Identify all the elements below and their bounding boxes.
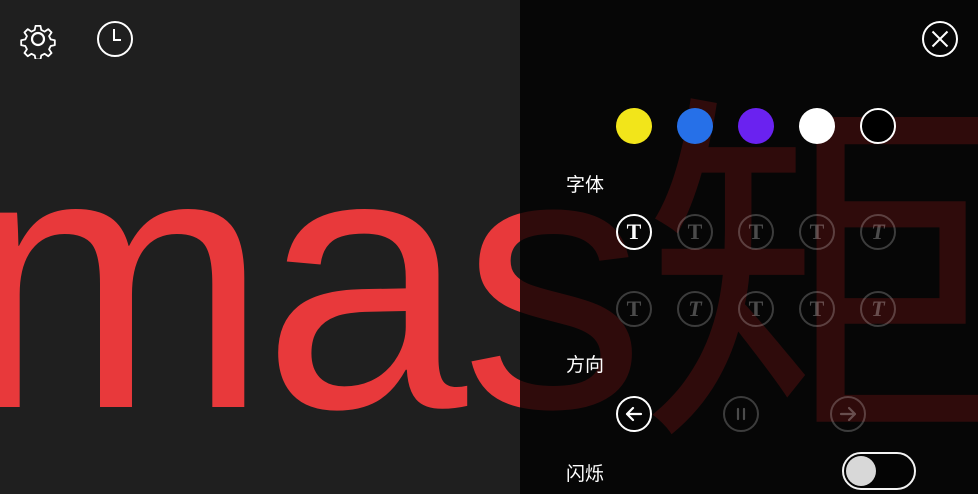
clock-icon[interactable] [95,19,135,59]
color-swatch-white[interactable] [799,108,835,144]
blink-toggle[interactable] [842,452,916,490]
color-swatch-blue[interactable] [677,108,713,144]
direction-pause-button[interactable] [723,396,759,432]
font-option-1[interactable]: T [616,214,652,250]
arrow-left-icon [625,406,643,422]
color-swatch-purple[interactable] [738,108,774,144]
pause-icon [736,407,746,421]
font-option-8[interactable]: T [738,291,774,327]
font-option-4[interactable]: T [799,214,835,250]
arrow-right-icon [839,406,857,422]
color-swatch-yellow[interactable] [616,108,652,144]
font-option-5[interactable]: T [860,214,896,250]
font-section-label: 字体 [566,174,605,196]
direction-right-button[interactable] [830,396,866,432]
direction-left-button[interactable] [616,396,652,432]
gear-icon[interactable] [18,19,58,59]
font-option-10[interactable]: T [860,291,896,327]
font-option-3[interactable]: T [738,214,774,250]
blink-section-label: 闪烁 [566,463,605,485]
close-icon[interactable] [920,19,960,59]
blink-toggle-knob [846,456,876,486]
font-option-2[interactable]: T [677,214,713,250]
color-swatch-black[interactable] [860,108,896,144]
font-option-9[interactable]: T [799,291,835,327]
font-option-6[interactable]: T [616,291,652,327]
font-option-7[interactable]: T [677,291,713,327]
direction-section-label: 方向 [566,354,605,376]
